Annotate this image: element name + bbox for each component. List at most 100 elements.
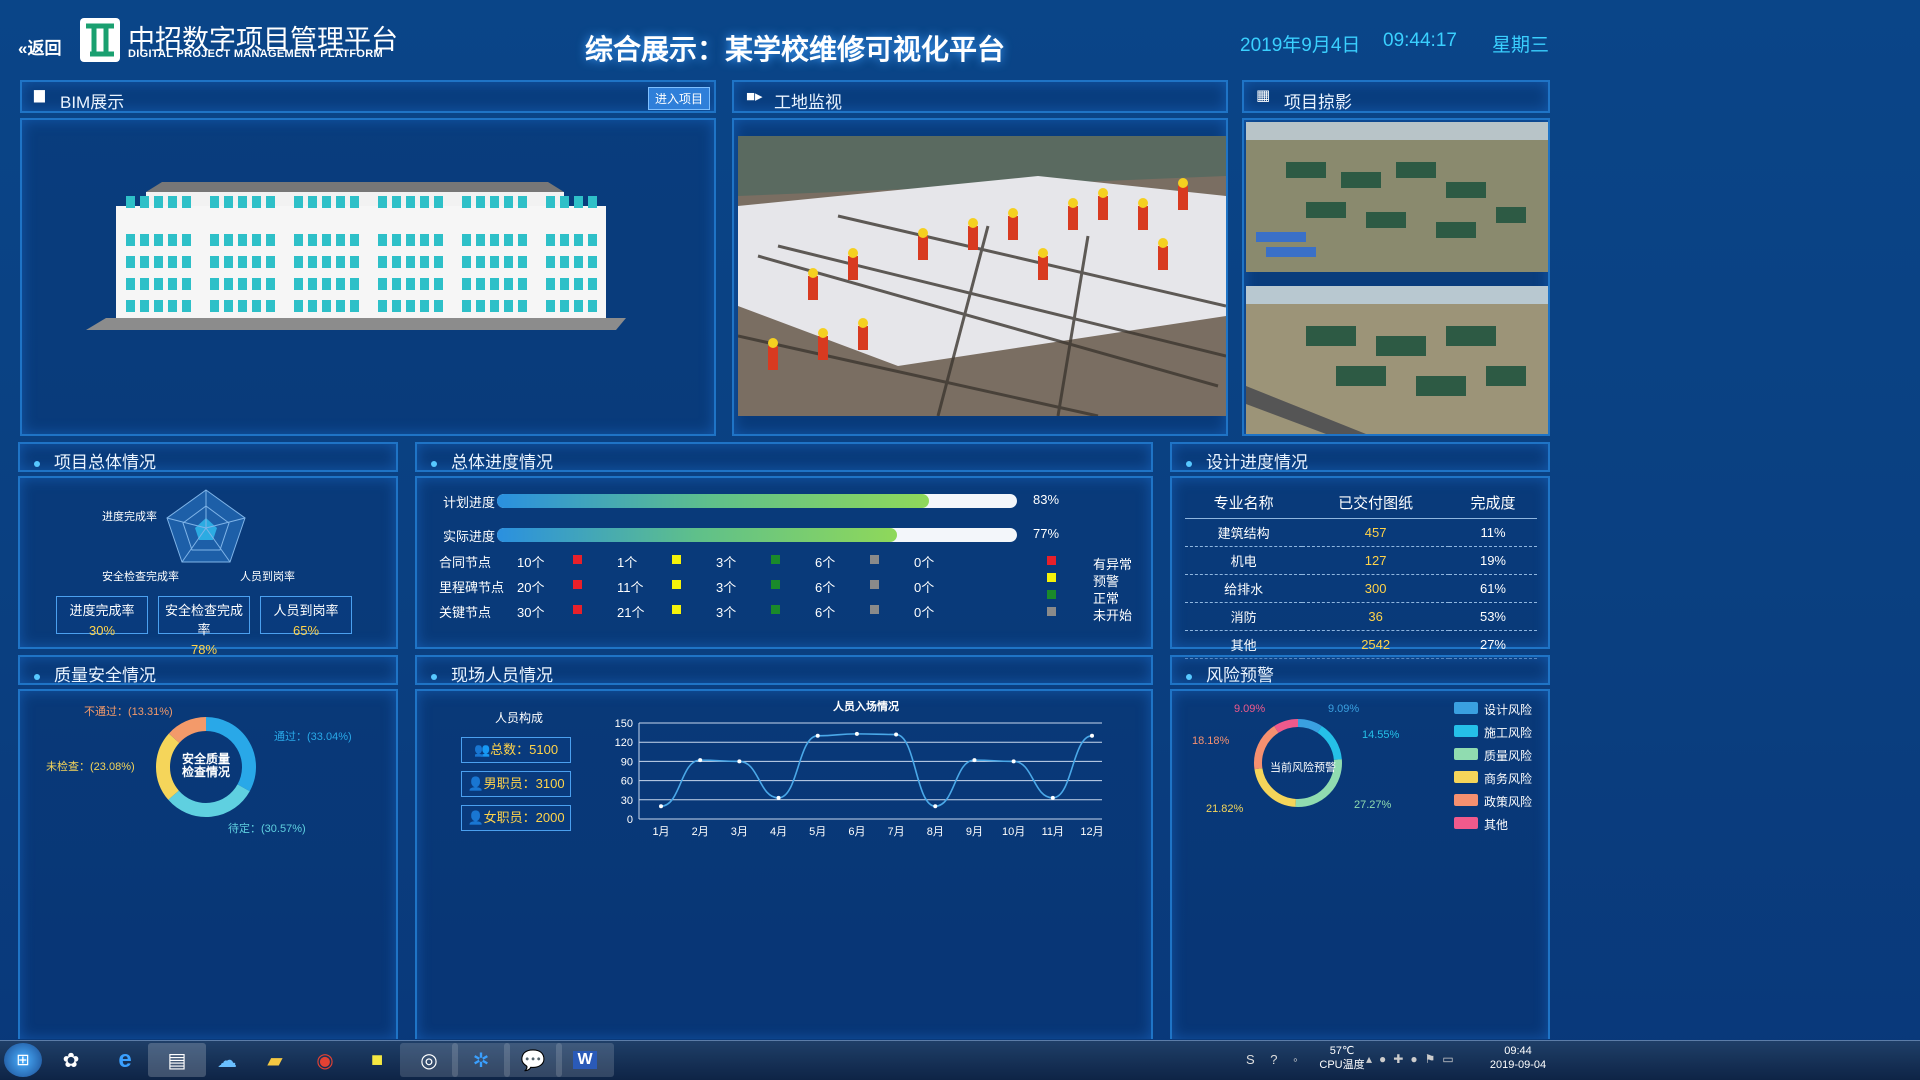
legend-square — [1047, 607, 1056, 616]
status-square-red — [573, 555, 582, 564]
risk-title: 风险预警 — [1206, 666, 1274, 685]
tray-icons[interactable]: S ? ◦ — [1246, 1052, 1304, 1067]
taskbar-app-media[interactable]: ◎ — [400, 1043, 458, 1077]
data-point — [776, 795, 781, 800]
radar-label-staff: 人员到岗率 — [240, 571, 295, 583]
design-table: 专业名称 已交付图纸 完成度 建筑结构 457 11% 机电 127 19% 给排水 300 61%… — [1185, 488, 1537, 659]
x-tick-label: 8月 — [927, 826, 944, 838]
header-date: 2019年9月4日 — [1240, 35, 1361, 56]
wechat-icon: 💬 — [520, 1049, 546, 1072]
bim-icon: ▆ — [34, 86, 45, 102]
data-point — [1090, 733, 1094, 738]
bim-building-model[interactable] — [86, 180, 631, 335]
logo-icon — [80, 18, 120, 62]
back-button[interactable]: «返回 — [18, 34, 61, 59]
risk-legend-item: 其他 — [1454, 816, 1508, 833]
node-row-label: 合同节点 — [439, 555, 492, 570]
x-tick-label: 3月 — [731, 826, 748, 838]
data-point — [815, 733, 820, 738]
overview-panel: 进度完成率 安全检查完成率 人员到岗率 进度完成率 30% 安全检查完成率 78% … — [18, 476, 398, 657]
bullet-icon — [34, 673, 40, 680]
aerial-photo-1[interactable] — [1246, 122, 1548, 272]
photo-panel — [1242, 118, 1550, 436]
taskbar-app-chrome[interactable]: ◉ — [296, 1043, 354, 1077]
y-tick-label: 30 — [621, 795, 633, 807]
legend-swatch — [1454, 794, 1478, 806]
legend-grey: 未开始 — [1093, 608, 1133, 623]
status-square-yellow — [672, 555, 681, 564]
status-square-yellow — [672, 605, 681, 614]
taskbar-app-ie[interactable]: e — [96, 1043, 154, 1077]
status-square-red — [573, 580, 582, 589]
node-count-grey: 0个 — [914, 580, 935, 595]
taskbar-app-word[interactable]: W — [556, 1043, 614, 1077]
risk-header: 风险预警 — [1170, 655, 1550, 685]
series-line — [660, 733, 1093, 808]
taskbar-app-notes[interactable]: ■ — [348, 1043, 406, 1077]
taskbar-app-pinwheel[interactable]: ✿ — [42, 1043, 100, 1077]
taskbar-app-wechat[interactable]: 💬 — [504, 1043, 562, 1077]
table-row: 其他 2542 27% — [1185, 630, 1537, 659]
status-square-yellow — [672, 580, 681, 589]
table-row: 给排水 300 61% — [1185, 574, 1537, 603]
design-panel: 专业名称 已交付图纸 完成度 建筑结构 457 11% 机电 127 19% 给排水 300 61%… — [1170, 476, 1550, 659]
person-icon: 👤 — [467, 810, 484, 825]
start-button[interactable]: ⊞ — [4, 1043, 42, 1077]
stat-staff: 人员到岗率 65% — [260, 596, 352, 638]
node-total: 20个 — [517, 580, 545, 595]
site-camera-feed[interactable] — [738, 136, 1226, 416]
bullet-icon — [34, 460, 40, 467]
node-count-yellow: 3个 — [716, 555, 737, 570]
overview-title: 项目总体情况 — [54, 453, 156, 472]
ie-icon: e — [118, 1046, 132, 1073]
table-row: 消防 36 53% — [1185, 602, 1537, 631]
aerial-photo-2[interactable] — [1246, 286, 1548, 434]
system-clock[interactable]: 09:44 2019-09-04 — [1478, 1044, 1558, 1072]
design-title: 设计进度情况 — [1206, 453, 1308, 472]
bim-header: ▆ BIM展示 进入项目 — [20, 80, 716, 113]
y-tick-label: 60 — [621, 776, 633, 788]
bullet-icon — [1186, 673, 1192, 680]
film-reel-icon: ✲ — [472, 1049, 490, 1072]
enter-project-button[interactable]: 进入项目 — [648, 87, 711, 110]
stat-safety: 安全检查完成率 78% — [158, 596, 250, 657]
header-time: 09:44:17 — [1383, 30, 1457, 51]
taskbar-app-video[interactable]: ✲ — [452, 1043, 510, 1077]
x-tick-label: 7月 — [888, 826, 905, 838]
staff-female: 👤女职员：2000 — [461, 805, 571, 831]
tray-app-icons[interactable]: ▴●✚●⚑▭ — [1366, 1052, 1461, 1066]
risk-legend-item: 设计风险 — [1454, 701, 1532, 718]
composition-title: 人员构成 — [495, 711, 544, 725]
data-point — [854, 731, 859, 736]
bim-panel — [20, 118, 716, 436]
x-tick-label: 5月 — [809, 826, 826, 838]
staff-line-chart: 0 30 60 90 120 150 1月 2月 3月 4月 5月 6月 7月 8月 9月 10月 11月 12月 — [615, 718, 1104, 838]
logo-subtitle: DIGITAL PROJECT MANAGEMENT PLATFORM — [128, 48, 383, 60]
x-tick-label: 4月 — [770, 826, 787, 838]
legend-swatch — [1454, 725, 1478, 737]
radar-label-progress: 进度完成率 — [102, 511, 157, 523]
video-camera-icon: ■▸ — [746, 88, 763, 105]
table-row: 机电 127 19% — [1185, 546, 1537, 575]
node-count-grey: 0个 — [914, 605, 935, 620]
person-icon: 👤 — [467, 776, 484, 791]
quality-donut-segment — [168, 717, 207, 744]
legend-square — [1047, 573, 1056, 582]
radar-chart — [166, 489, 246, 563]
windows-logo-icon: ⊞ — [16, 1052, 30, 1069]
risk-pct-6: 18.18% — [1192, 735, 1230, 747]
risk-pct-2: 9.09% — [1328, 703, 1360, 715]
x-tick-label: 1月 — [652, 826, 669, 838]
staff-title: 现场人员情况 — [451, 666, 553, 685]
header-weekday: 星期三 — [1492, 35, 1550, 56]
quality-header: 质量安全情况 — [18, 655, 398, 685]
folder-icon: ▰ — [267, 1049, 283, 1072]
node-count-green: 6个 — [815, 580, 836, 595]
data-point — [737, 759, 742, 764]
node-total: 10个 — [517, 555, 545, 570]
status-square-green — [771, 555, 780, 564]
stat-progress: 进度完成率 30% — [56, 596, 148, 638]
monitor-header: ■▸ 工地监视 — [732, 80, 1228, 113]
staff-total: 👥总数：5100 — [461, 737, 571, 763]
staff-chart-title: 人员入场情况 — [833, 701, 899, 713]
